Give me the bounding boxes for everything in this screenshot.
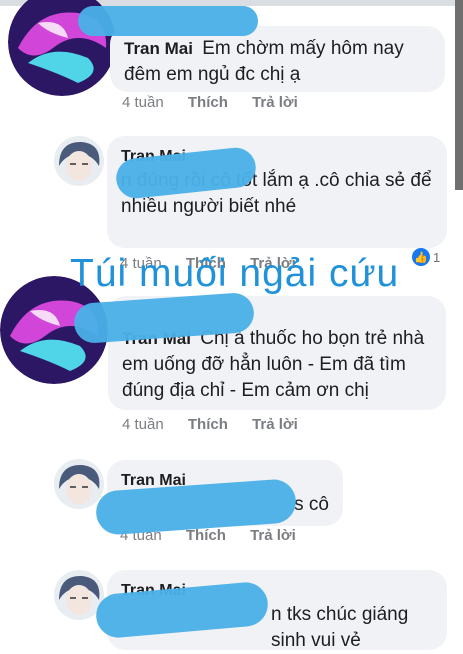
comment-text: s cô xyxy=(294,494,329,515)
reaction-summary[interactable]: 👍 1 xyxy=(412,248,440,266)
avatar[interactable] xyxy=(54,459,104,509)
like-icon: 👍 xyxy=(412,248,430,266)
comment-actions: 4 tuần Thích Trả lời xyxy=(122,94,318,111)
avatar-icon xyxy=(54,136,104,186)
comment-actions: 4 tuần Thích Trả lời xyxy=(122,416,318,433)
reply-button[interactable]: Trả lời xyxy=(250,527,296,544)
reply-button[interactable]: Trả lời xyxy=(252,416,298,433)
like-button[interactable]: Thích xyxy=(188,94,228,111)
comment-time[interactable]: 4 tuần xyxy=(122,416,164,433)
scrollbar[interactable] xyxy=(455,0,463,190)
redaction-blot xyxy=(78,6,258,36)
comment-time[interactable]: 4 tuần xyxy=(122,94,164,111)
like-button[interactable]: Thích xyxy=(186,527,226,544)
commenter-name[interactable]: Tran Mai xyxy=(124,39,193,58)
reply-button[interactable]: Trả lời xyxy=(252,94,298,111)
avatar[interactable] xyxy=(54,136,104,186)
reaction-count: 1 xyxy=(433,249,441,265)
overlay-caption: Túi muối ngải cứu xyxy=(70,252,400,295)
like-button[interactable]: Thích xyxy=(188,416,228,433)
avatar-icon xyxy=(54,459,104,509)
